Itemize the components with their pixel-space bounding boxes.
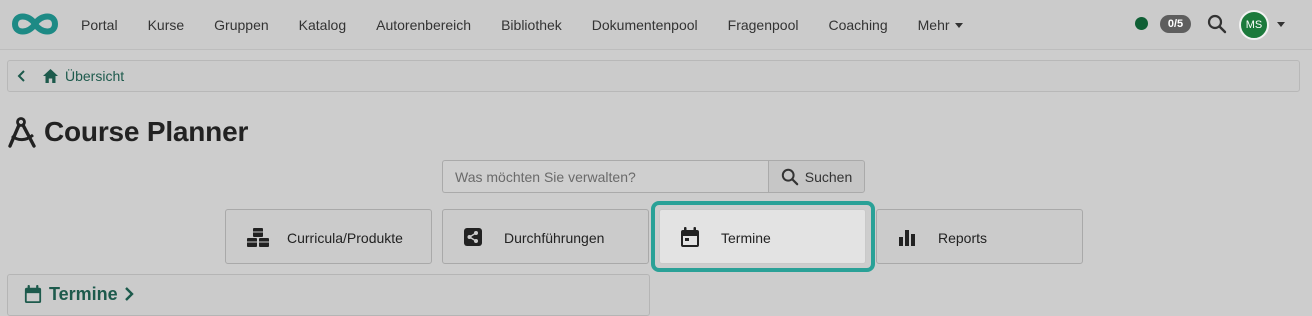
share-icon (463, 227, 483, 250)
section-title: Termine (49, 284, 118, 304)
search-input[interactable] (442, 160, 768, 193)
nav-dokumentenpool[interactable]: Dokumentenpool (577, 17, 713, 33)
compass-drafting-icon (6, 117, 38, 154)
tile-curricula-produkte[interactable]: Curricula/Produkte (225, 209, 432, 264)
home-icon[interactable] (42, 68, 59, 89)
chevron-left-icon[interactable] (16, 68, 28, 89)
tile-label: Durchführungen (504, 230, 605, 246)
tile-reports[interactable]: Reports (876, 209, 1083, 264)
calendar-icon (680, 227, 700, 251)
search-bar: Suchen (442, 160, 865, 193)
calendar-icon (24, 285, 42, 309)
chevron-right-icon (124, 287, 134, 306)
nav-kurse[interactable]: Kurse (133, 17, 200, 33)
nav-gruppen[interactable]: Gruppen (199, 17, 283, 33)
nav-portal[interactable]: Portal (66, 17, 133, 33)
nav-more-label: Mehr (917, 16, 950, 33)
tile-label: Termine (721, 230, 771, 246)
search-button-label: Suchen (804, 168, 853, 185)
user-avatar[interactable]: MS (1239, 10, 1269, 40)
search-icon (781, 168, 799, 185)
cubes-icon (246, 227, 270, 252)
nav-fragenpool[interactable]: Fragenpool (713, 17, 814, 33)
openolat-logo[interactable] (9, 10, 61, 43)
tile-label: Reports (938, 230, 988, 246)
tile-durchfuehrungen[interactable]: Durchführungen (442, 209, 649, 264)
nav-more-menu[interactable]: Mehr (903, 17, 978, 33)
caret-down-icon (954, 22, 963, 28)
nav-coaching[interactable]: Coaching (813, 17, 902, 33)
notification-badge[interactable]: 0/5 (1160, 15, 1191, 33)
termine-section-header[interactable]: Termine (7, 274, 650, 316)
search-button[interactable]: Suchen (768, 160, 865, 193)
tile-label: Curricula/Produkte (287, 230, 403, 246)
nav-autorenbereich[interactable]: Autorenbereich (361, 17, 486, 33)
page-title: Course Planner (44, 116, 249, 147)
nav-katalog[interactable]: Katalog (284, 17, 361, 33)
user-menu-caret-icon[interactable] (1277, 22, 1285, 27)
online-status-icon[interactable] (1135, 17, 1148, 30)
tile-termine[interactable]: Termine (659, 209, 866, 264)
nav-bibliothek[interactable]: Bibliothek (486, 17, 577, 33)
bar-chart-icon (897, 227, 917, 250)
search-icon[interactable] (1207, 14, 1227, 39)
breadcrumb-home-link[interactable]: Übersicht (65, 68, 124, 84)
top-navbar: Portal Kurse Gruppen Katalog Autorenbere… (0, 0, 1312, 50)
breadcrumb: Übersicht (7, 60, 1300, 92)
